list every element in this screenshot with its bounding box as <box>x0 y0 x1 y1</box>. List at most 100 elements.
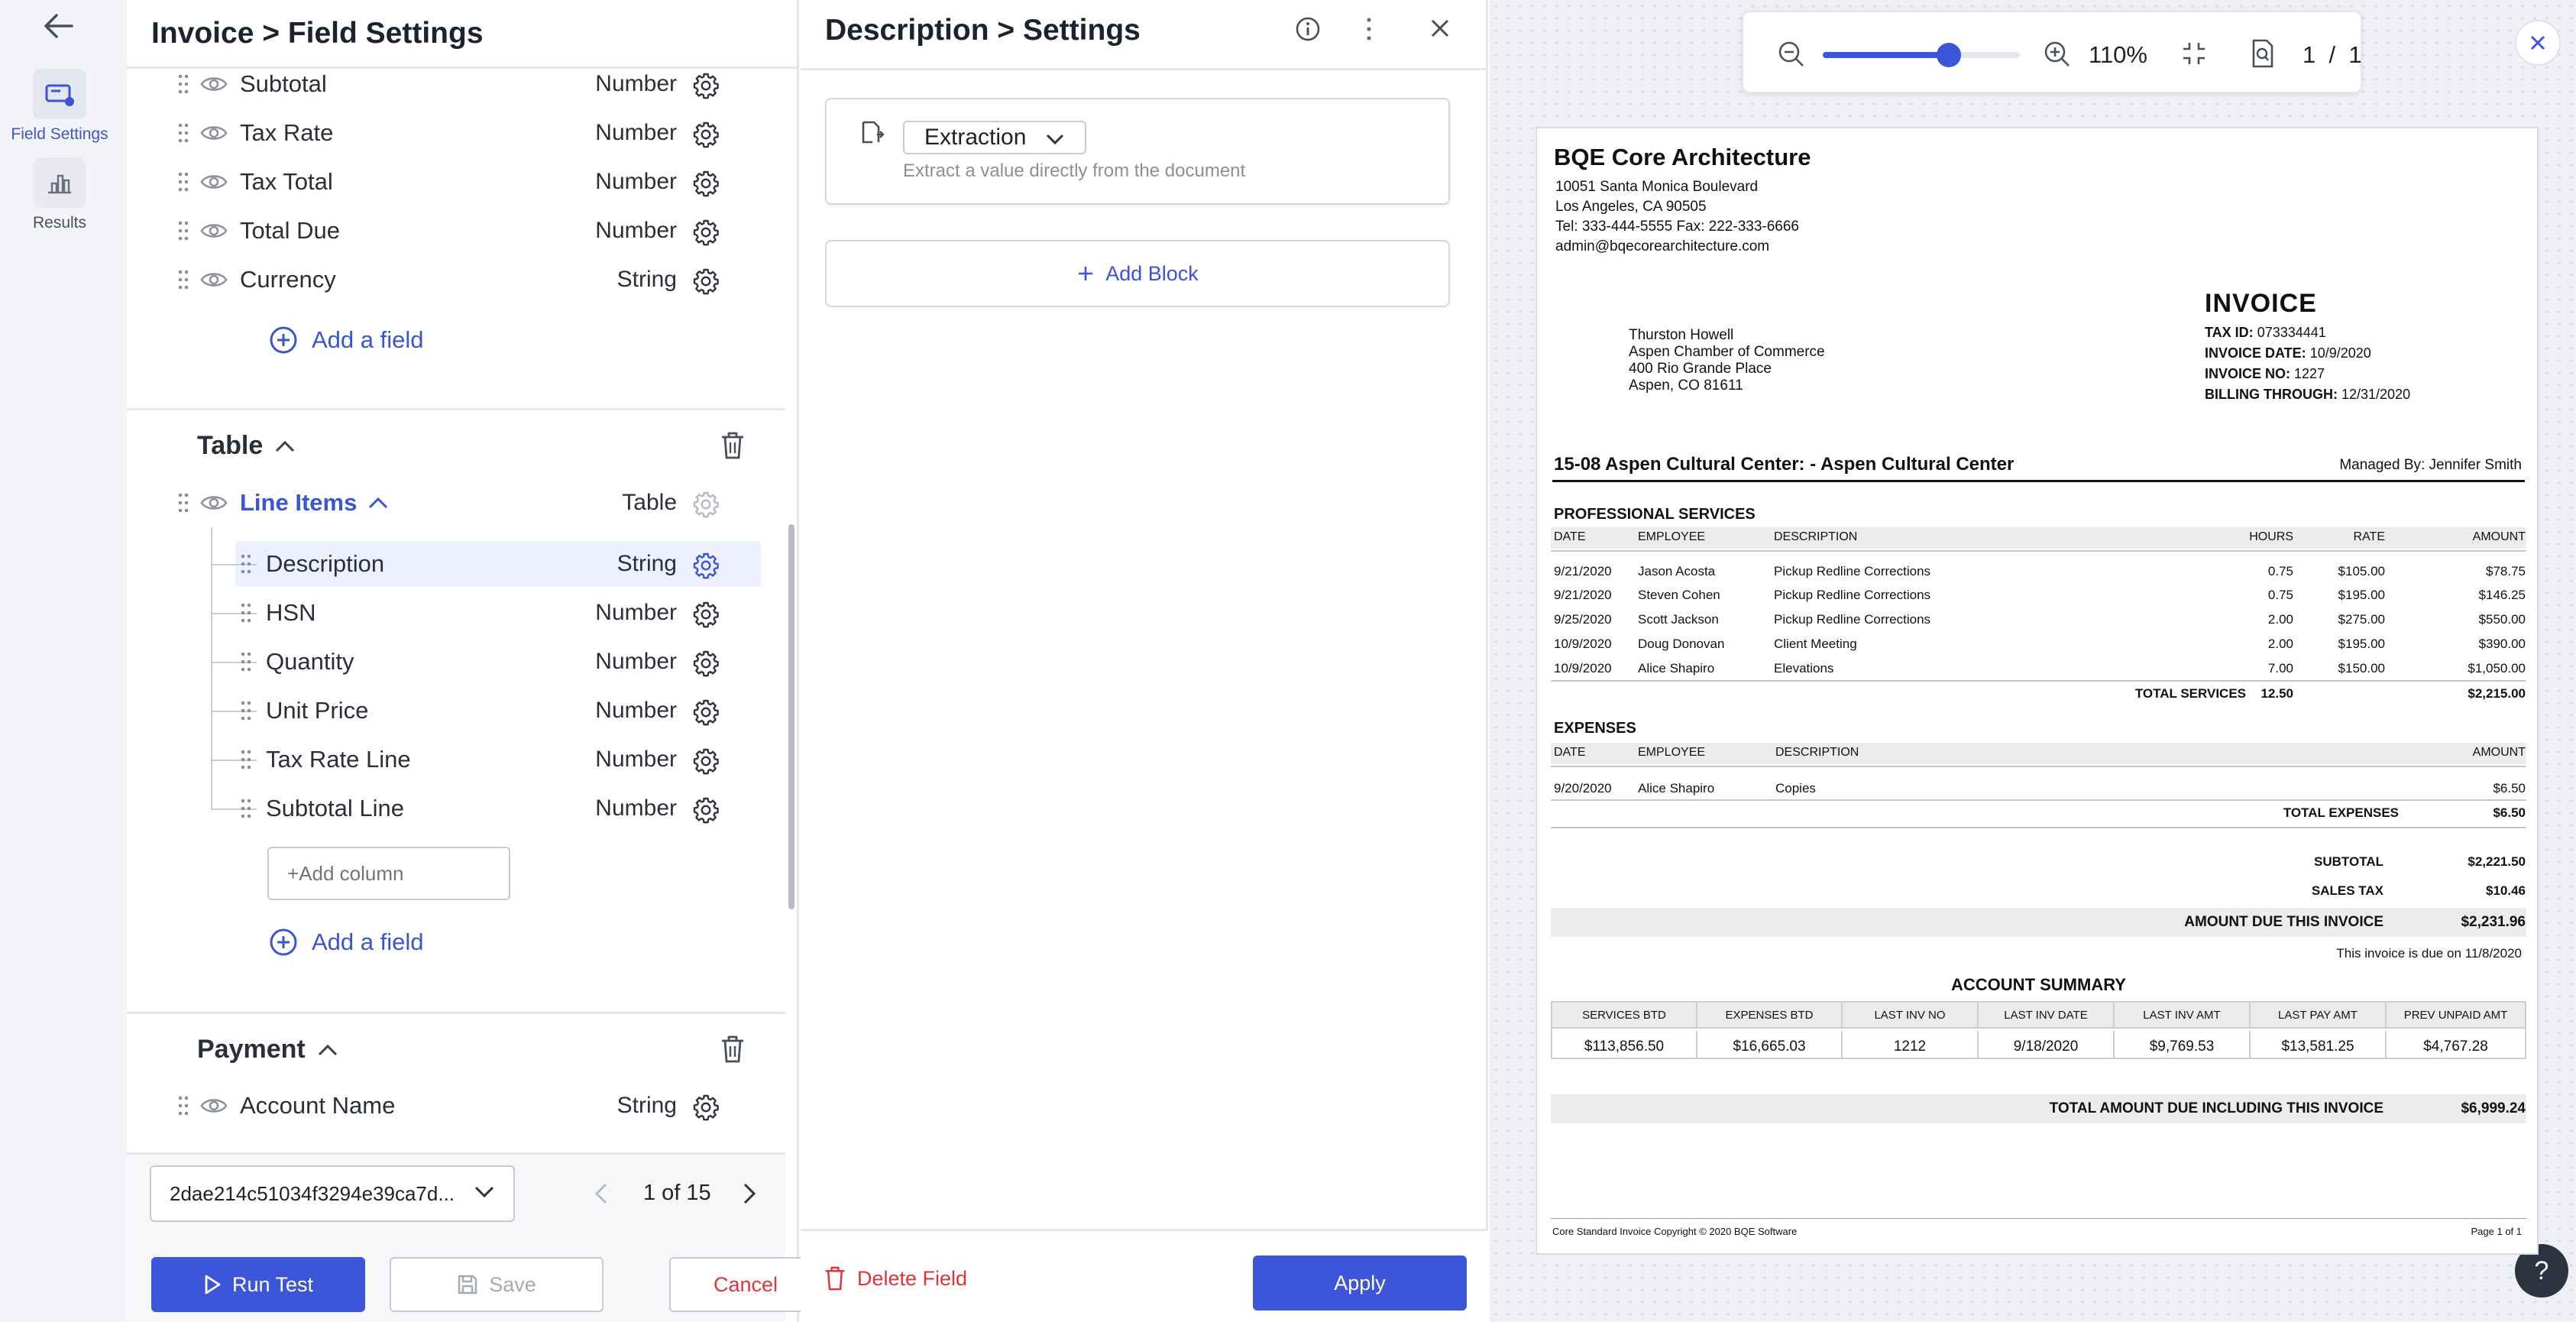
chevron-up-icon[interactable] <box>367 496 389 510</box>
gear-icon[interactable] <box>692 121 720 148</box>
scrollbar-thumb[interactable] <box>788 524 794 909</box>
gear-icon[interactable] <box>692 72 720 99</box>
service-cell: 9/21/2020 <box>1554 588 1612 602</box>
gear-icon[interactable] <box>692 1094 720 1121</box>
rule <box>1551 799 2526 801</box>
save-icon <box>457 1274 478 1295</box>
gear-icon[interactable] <box>692 491 720 518</box>
drag-handle-icon[interactable] <box>240 798 252 819</box>
column-row[interactable]: Unit Price Number <box>211 689 719 732</box>
left-rail: Field Settings Results <box>0 0 127 1322</box>
gear-icon[interactable] <box>692 219 720 246</box>
chevron-left-icon[interactable] <box>594 1182 608 1205</box>
page-separator: / <box>2328 41 2336 68</box>
drag-handle-icon[interactable] <box>177 492 189 514</box>
service-cell: $275.00 <box>2338 612 2385 627</box>
column-row-selected[interactable]: Description String <box>211 543 719 585</box>
cancel-button[interactable]: Cancel <box>669 1257 822 1312</box>
summary-header: LAST INV NO <box>1843 1003 1979 1029</box>
gear-icon[interactable] <box>692 552 720 579</box>
page-search-icon[interactable] <box>2251 38 2275 69</box>
drag-handle-icon[interactable] <box>240 749 252 770</box>
service-cell: Client Meeting <box>1774 637 1857 651</box>
eye-icon[interactable] <box>200 173 228 191</box>
eye-icon[interactable] <box>200 1097 228 1115</box>
table-group-row[interactable]: Line Items Table <box>178 481 719 524</box>
add-column-input[interactable] <box>267 847 510 900</box>
column-row[interactable]: Quantity Number <box>211 640 719 683</box>
eye-icon[interactable] <box>200 271 228 289</box>
close-preview-button[interactable] <box>2515 20 2561 66</box>
close-icon <box>2528 33 2548 53</box>
table-section-toggle[interactable]: Table <box>197 431 296 461</box>
gear-icon[interactable] <box>692 698 720 726</box>
rail-item-results[interactable]: Results <box>0 157 119 232</box>
add-field-button[interactable]: Add a field <box>269 326 424 355</box>
back-arrow-icon[interactable] <box>41 11 76 41</box>
trash-icon[interactable] <box>720 431 746 460</box>
zoom-in-icon[interactable] <box>2043 40 2072 69</box>
gear-icon[interactable] <box>692 170 720 197</box>
block-type-select[interactable]: Extraction <box>903 121 1086 154</box>
field-row[interactable]: Tax Total Number <box>178 160 719 203</box>
payment-section-toggle[interactable]: Payment <box>197 1035 339 1064</box>
summary-value: 9/18/2020 <box>1979 1031 2115 1058</box>
document-select[interactable]: 2dae214c51034f3294e39ca7d... <box>150 1165 515 1222</box>
summary-value: $9,769.53 <box>2115 1031 2251 1058</box>
drag-handle-icon[interactable] <box>177 269 189 290</box>
gear-icon[interactable] <box>692 267 720 295</box>
drag-handle-icon[interactable] <box>240 651 252 672</box>
field-row[interactable]: Subtotal Number <box>178 69 719 105</box>
service-cell: Alice Shapiro <box>1638 661 1715 676</box>
field-name: Subtotal <box>240 70 327 97</box>
drag-handle-icon[interactable] <box>177 220 189 241</box>
add-field-label: Add a field <box>312 928 424 955</box>
gear-icon[interactable] <box>692 747 720 775</box>
delete-field-button[interactable]: Delete Field <box>824 1254 967 1303</box>
add-block-button[interactable]: Add Block <box>825 240 1450 307</box>
eye-icon[interactable] <box>200 222 228 240</box>
column-row[interactable]: Subtotal Line Number <box>211 787 719 830</box>
column-row[interactable]: Tax Rate Line Number <box>211 738 719 781</box>
section-divider <box>127 1012 785 1014</box>
extraction-block[interactable]: Extraction Extract a value directly from… <box>825 98 1450 205</box>
zoom-slider[interactable] <box>1823 43 2020 67</box>
drag-handle-icon[interactable] <box>240 553 252 575</box>
more-vertical-icon[interactable] <box>1363 15 1375 43</box>
eye-icon[interactable] <box>200 75 228 93</box>
service-cell: 10/9/2020 <box>1554 637 1612 651</box>
section-title: Payment <box>197 1035 306 1064</box>
save-button[interactable]: Save <box>390 1257 604 1312</box>
drag-handle-icon[interactable] <box>240 700 252 721</box>
run-test-button[interactable]: Run Test <box>151 1257 365 1312</box>
drag-handle-icon[interactable] <box>177 73 189 95</box>
column-row[interactable]: HSN Number <box>211 591 719 634</box>
zoom-slider-handle[interactable] <box>1937 43 1962 67</box>
fit-screen-icon[interactable] <box>2180 40 2208 67</box>
zoom-out-icon[interactable] <box>1777 40 1806 69</box>
chevron-right-icon[interactable] <box>743 1182 756 1205</box>
drag-handle-icon[interactable] <box>177 122 189 144</box>
field-row[interactable]: Currency String <box>178 258 719 301</box>
field-row[interactable]: Tax Rate Number <box>178 112 719 154</box>
apply-button[interactable]: Apply <box>1253 1256 1467 1311</box>
gear-icon[interactable] <box>692 650 720 677</box>
info-icon[interactable] <box>1294 15 1322 43</box>
eye-icon[interactable] <box>200 494 228 512</box>
page-indicator: 1 / 1 <box>2303 41 2362 69</box>
plus-circle-icon <box>269 928 298 957</box>
close-icon[interactable] <box>1429 17 1451 40</box>
rail-item-field-settings[interactable]: Field Settings <box>0 69 119 144</box>
gear-icon[interactable] <box>692 601 720 628</box>
trash-icon[interactable] <box>720 1035 746 1064</box>
footer-rule <box>1551 1218 2526 1219</box>
field-row[interactable]: Total Due Number <box>178 209 719 252</box>
eye-icon[interactable] <box>200 124 228 142</box>
add-field-button[interactable]: Add a field <box>269 928 424 957</box>
drag-handle-icon[interactable] <box>177 171 189 193</box>
drag-handle-icon[interactable] <box>240 602 252 624</box>
expenses-header-employee: EMPLOYEE <box>1638 746 1706 759</box>
drag-handle-icon[interactable] <box>177 1095 189 1116</box>
field-row[interactable]: Account Name String <box>178 1084 719 1127</box>
gear-icon[interactable] <box>692 796 720 824</box>
